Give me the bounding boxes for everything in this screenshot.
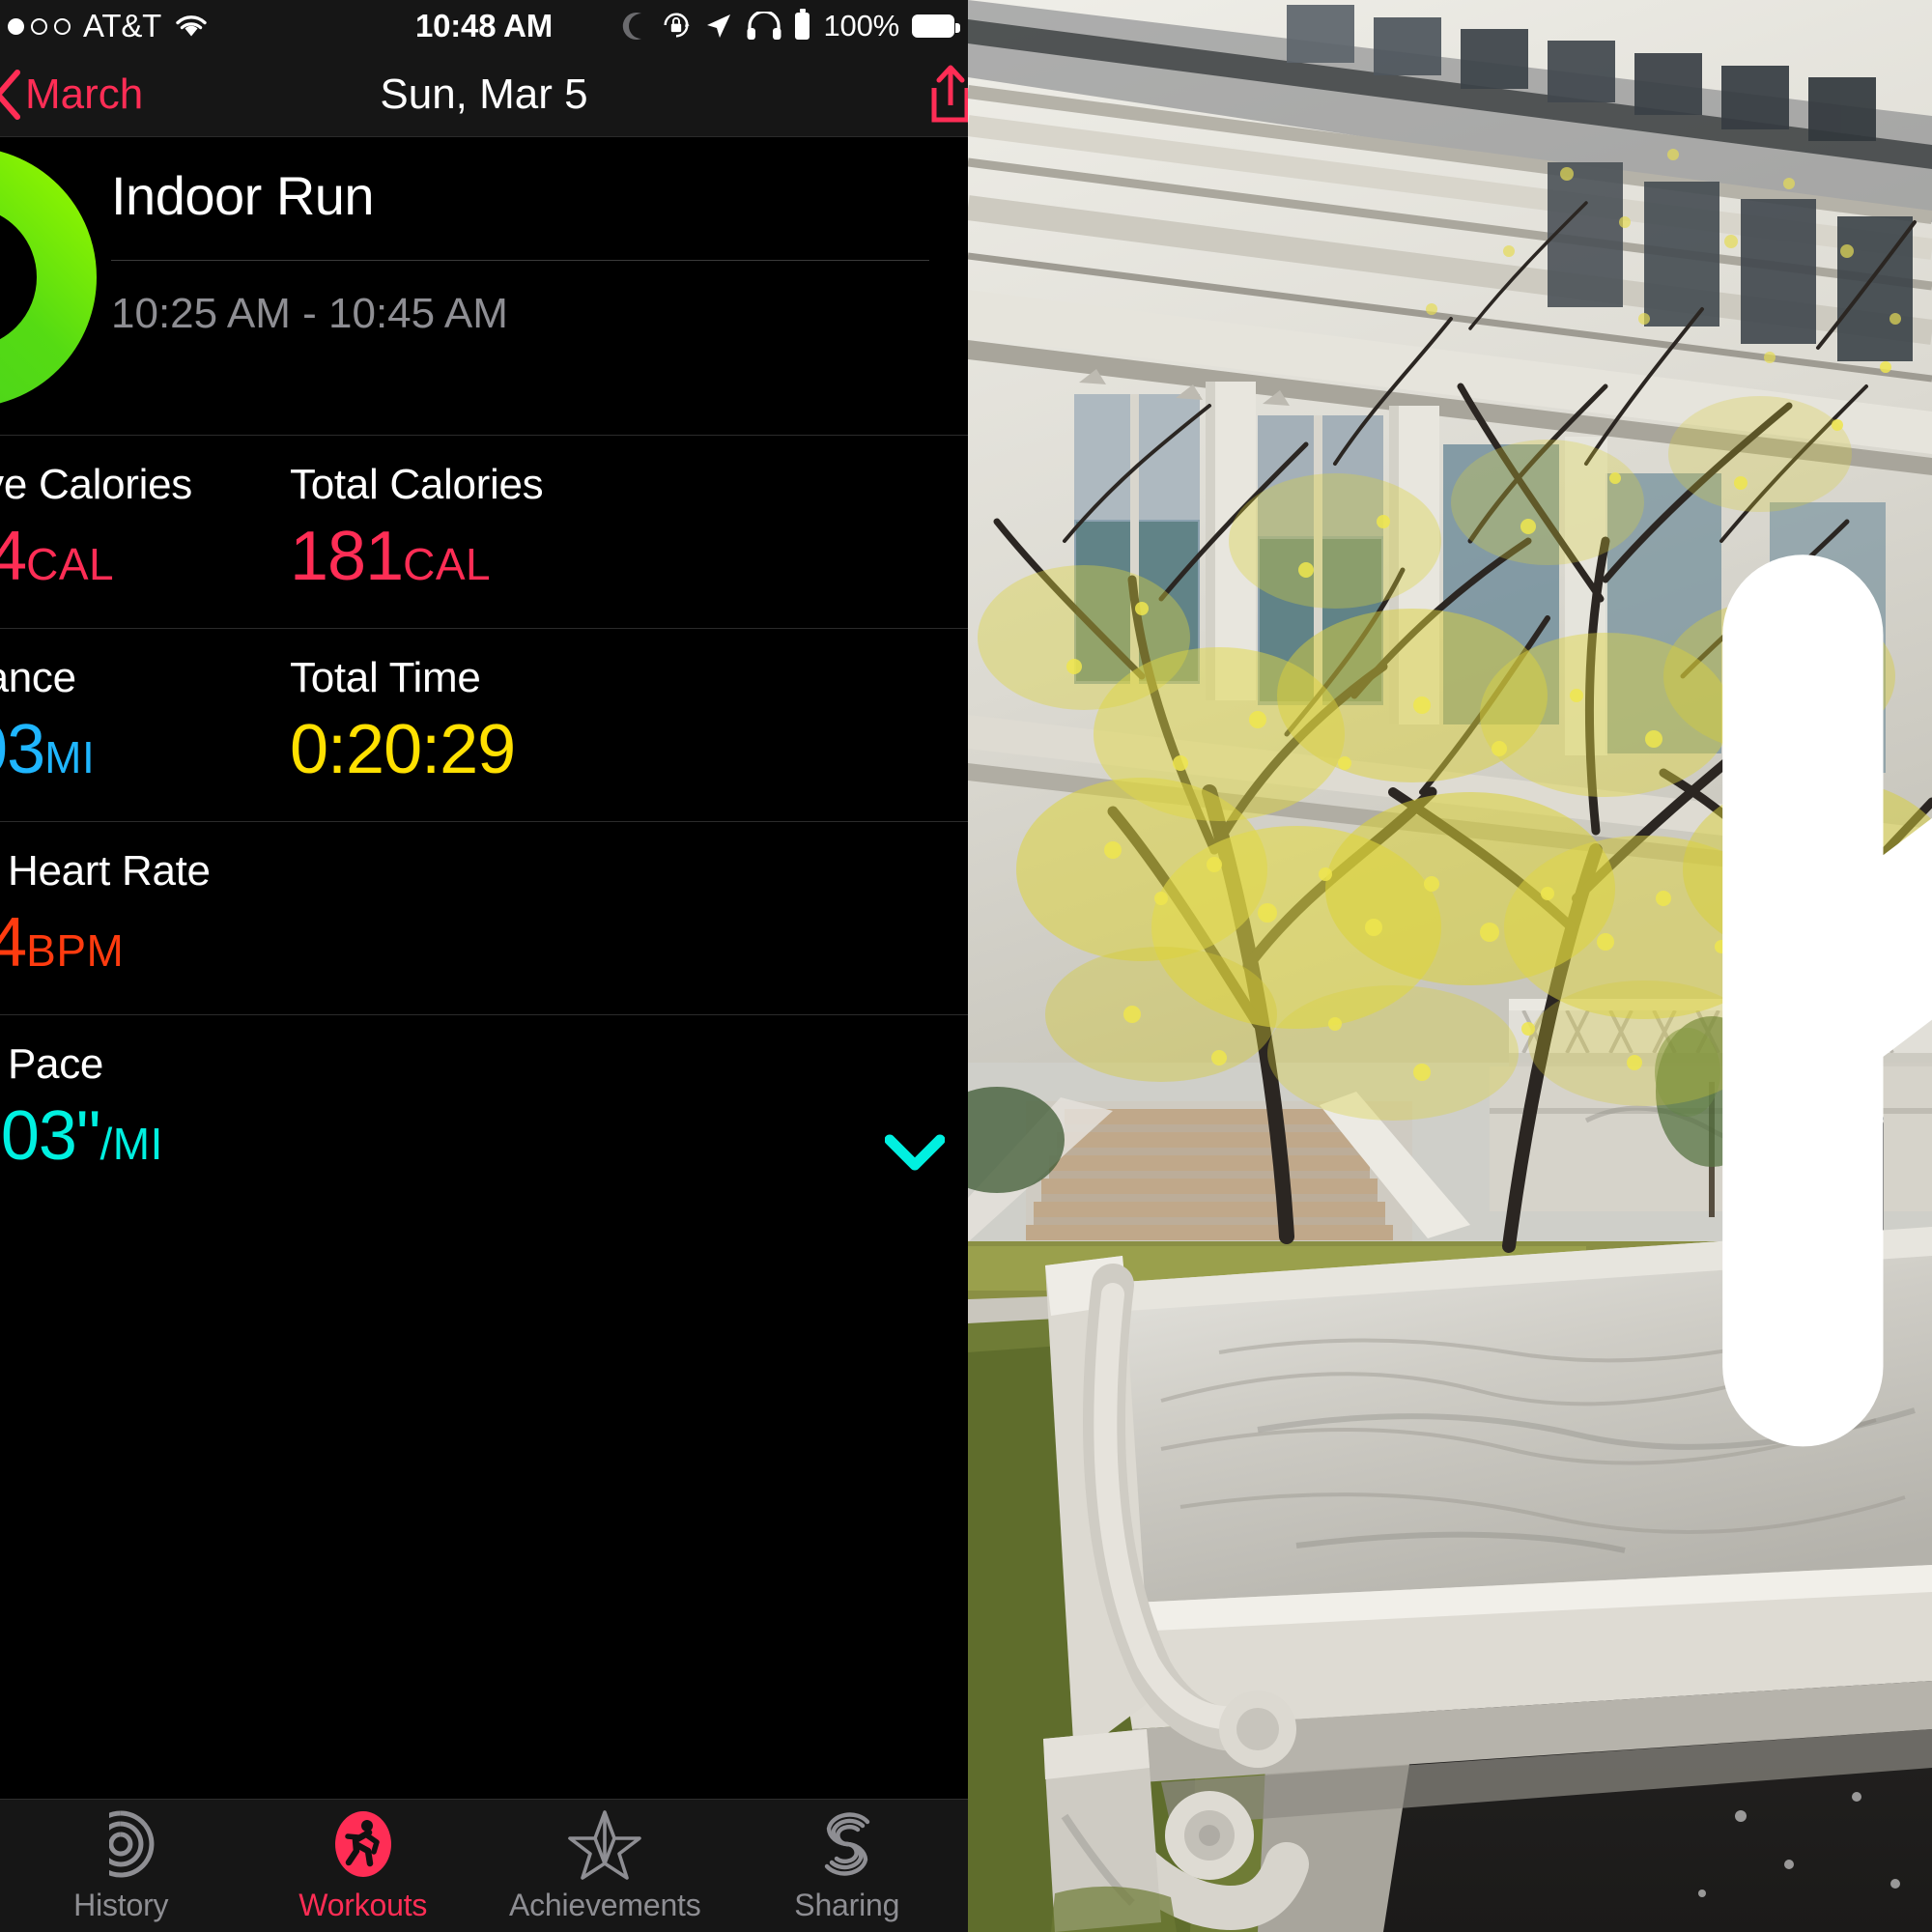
metric-number: 2.03 [0, 711, 45, 788]
metric-value: 154CAL [0, 517, 290, 596]
battery-percent-label: 100% [823, 9, 900, 43]
metric-value: 10'03"/MI [0, 1096, 290, 1176]
carrier-label: AT&T [83, 8, 162, 43]
rotation-lock-icon [661, 11, 692, 42]
metric-unit: CAL [26, 539, 115, 589]
battery-full-icon [912, 14, 960, 38]
metric-distance: Distance 2.03MI [0, 629, 290, 821]
tab-history[interactable]: History [0, 1800, 242, 1932]
page-title: Sun, Mar 5 [380, 70, 588, 118]
metric-unit: CAL [403, 539, 492, 589]
metric-unit: BPM [26, 925, 125, 976]
metric-avg-heart-rate: Avg. Heart Rate 174BPM [0, 822, 290, 1014]
metric-number: 10'03" [0, 1097, 100, 1175]
metric-value: 2.03MI [0, 710, 290, 789]
status-bar: AT&T 10:48 AM 100% [0, 0, 968, 52]
tab-label: Achievements [508, 1888, 701, 1922]
history-rings-icon [84, 1807, 157, 1881]
metric-number: 181 [290, 518, 404, 595]
workout-time-range: 10:25 AM - 10:45 AM [111, 290, 508, 337]
chevron-down-icon[interactable] [884, 1134, 946, 1171]
metric-unit: MI [44, 732, 96, 782]
tab-label: History [73, 1888, 169, 1922]
star-outline-icon [568, 1808, 642, 1880]
navigation-bar: March Sun, Mar 5 [0, 52, 968, 137]
wifi-icon [175, 14, 208, 39]
photo-panel [968, 0, 1932, 1932]
screenshot-root: AT&T 10:48 AM 100% March Sun, Mar 5 Indo… [0, 0, 1932, 1932]
metric-row[interactable]: Distance 2.03MI Total Time 0:20:29 [0, 628, 968, 821]
metric-number: 154 [0, 518, 27, 595]
moon-do-not-disturb-icon [621, 12, 648, 41]
workout-summary-header: Indoor Run 10:25 AM - 10:45 AM [0, 137, 968, 427]
metric-unit: /MI [99, 1119, 163, 1169]
status-bar-right: 100% [621, 9, 960, 43]
running-person-icon [327, 1808, 400, 1880]
workout-summary-text: Indoor Run 10:25 AM - 10:45 AM [111, 137, 968, 338]
metric-value: 174BPM [0, 903, 290, 982]
metric-label: Total Time [290, 654, 481, 701]
tab-workouts[interactable]: Workouts [242, 1800, 485, 1932]
location-arrow-icon [704, 12, 733, 41]
metric-active-calories: Active Calories 154CAL [0, 436, 290, 628]
metric-row[interactable]: Avg. Heart Rate 174BPM [0, 821, 968, 1014]
watermark-k-logo [1642, 39, 1932, 1447]
activity-move-ring [0, 137, 106, 417]
metric-value: 0:20:29 [290, 710, 667, 789]
signal-dot-1 [8, 17, 24, 35]
workout-metrics: Active Calories 154CAL Total Calories 18… [0, 435, 968, 1208]
signal-dot-2 [31, 17, 47, 35]
activity-ring-wrap [0, 137, 111, 417]
headphone-battery-icon [794, 9, 810, 40]
metric-label: Total Calories [290, 461, 544, 508]
metric-label: Avg. Pace [0, 1040, 104, 1088]
tab-label: Sharing [794, 1888, 900, 1922]
metric-label: Active Calories [0, 461, 192, 508]
metric-avg-pace: Avg. Pace 10'03"/MI [0, 1015, 290, 1208]
tab-achievements[interactable]: Achievements [484, 1800, 726, 1932]
metric-total-calories: Total Calories 181CAL [290, 436, 667, 628]
metric-number: 174 [0, 904, 27, 981]
tab-label: Workouts [298, 1888, 428, 1922]
metric-total-time: Total Time 0:20:29 [290, 629, 667, 821]
sharing-s-icon [810, 1808, 884, 1880]
headphones-icon [746, 10, 782, 41]
back-button[interactable]: March [0, 69, 144, 120]
metric-number: 0:20:29 [290, 711, 516, 788]
signal-strength-dots [8, 17, 71, 35]
share-upload-icon[interactable] [923, 65, 968, 125]
chevron-left-icon [0, 69, 21, 120]
metric-label: Avg. Heart Rate [0, 847, 211, 895]
signal-dot-3 [54, 17, 71, 35]
metric-label: Distance [0, 654, 76, 701]
metric-row[interactable]: Avg. Pace 10'03"/MI [0, 1014, 968, 1208]
metric-row[interactable]: Active Calories 154CAL Total Calories 18… [0, 435, 968, 628]
iphone-activity-app: AT&T 10:48 AM 100% March Sun, Mar 5 Indo… [0, 0, 968, 1932]
workout-title: Indoor Run [111, 165, 375, 226]
metric-value: 181CAL [290, 517, 667, 596]
tab-sharing[interactable]: Sharing [726, 1800, 969, 1932]
status-bar-left: AT&T [8, 8, 208, 44]
tab-bar: History Workouts Achievements Sharing [0, 1799, 968, 1932]
back-button-label: March [25, 70, 144, 118]
